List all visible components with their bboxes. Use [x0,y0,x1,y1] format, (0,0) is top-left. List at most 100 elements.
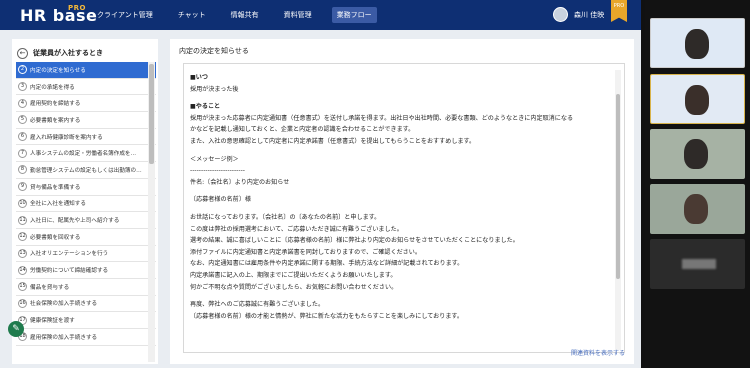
content-line: ■やること [190,103,221,111]
logo-pro: PRO [68,4,86,12]
nav-item[interactable]: 資料管理 [279,7,317,23]
step-label: 雇用契約を締結する [30,101,81,108]
content-line: 採用が決まった後 [190,85,239,93]
nav-item[interactable]: クライアント管理 [92,7,158,23]
sidebar-step-item[interactable]: 10 全社に入社を通知する [16,196,156,213]
video-tile-5[interactable] [650,239,745,289]
step-number: 8 [18,165,27,175]
sidebar-step-item[interactable]: 7 人事システムの設定・労働者名簿作成を… [16,145,156,163]
video-tile-2[interactable] [650,74,745,124]
step-label: 入社日に、配属先や上司へ紹介する [30,218,120,225]
participant-face [685,29,709,59]
sidebar-step-item[interactable]: 15 備品を貸与する [16,279,156,296]
content-scroll-thumb[interactable] [616,94,620,279]
nav-item[interactable]: 業務フロー [331,7,377,23]
step-label: 雇用保険の加入手続きする [30,334,98,341]
pencil-icon[interactable]: ✎ [8,321,24,337]
step-number: 9 [18,182,27,192]
content-line: 〔応募者様の名前〕様の才能と情熱が、弊社に新たな活力をもたらすことを楽しみにして… [190,312,463,320]
content-line: ＜メッセージ例＞ [190,155,239,163]
workflow-sidebar: ← 従業員が入社するとき 2 内定の決定を知らせる 3 内定の承諾を得る 4 雇用契約を締… [12,39,158,364]
content-line: この度は弊社の採用選考において、ご応募いただき誠に有難うございました。 [190,225,403,233]
step-label: 入社オリエンテーションを行う [30,251,109,258]
video-tile-1[interactable] [650,18,745,68]
blurred-name [682,259,716,269]
content-line: また、入社の意思確認として内定者に内定承諾書（任意書式）を提出してもらうことをお… [190,137,476,145]
content-line: 添付ファイルに内定通知書と内定承諾書を同封しておりますので、ご確認ください。 [190,248,421,256]
content-line: 内定承諾書に記入の上、期限までにご提出いただくようお願いいたします。 [190,271,397,279]
step-label: 備品を貸与する [30,284,70,291]
back-arrow-icon[interactable]: ← [17,47,28,59]
participant-face [685,85,709,115]
sidebar-step-item[interactable]: 3 内定の承諾を得る [16,79,156,96]
step-label: 人事システムの設定・労働者名簿作成を… [30,151,137,158]
content-line: ■いつ [190,74,208,81]
step-list: 2 内定の決定を知らせる 3 内定の承諾を得る 4 雇用契約を締結する 5 必要書類を案内する… [16,62,156,346]
step-number: 11 [18,215,27,225]
step-number: 3 [18,82,27,92]
sidebar-step-item[interactable]: 14 労働契約について締結確認する [16,262,156,279]
sidebar-step-item[interactable]: 2 内定の決定を知らせる [16,62,156,79]
step-label: 労働契約について締結確認する [30,268,109,275]
sidebar-step-item[interactable]: 5 必要書類を案内する [16,112,156,129]
step-number: 10 [18,198,27,208]
participant-face [684,139,708,169]
step-number: 15 [18,282,27,292]
step-label: 勤怠管理システムの設定もしくは出勤簿の… [30,167,142,174]
step-number: 16 [18,298,27,308]
video-tile-4[interactable] [650,184,745,234]
main-nav: クライアント管理 チャット 情報共有 資料管理 業務フロー [92,0,392,30]
page-title: 内定の決定を知らせる [179,47,249,55]
app-window: HR base PRO クライアント管理 チャット 情報共有 資料管理 業務フロー 森川 … [0,0,641,368]
logo[interactable]: HR base PRO [20,4,97,25]
main-panel: 内定の決定を知らせる ■いつ採用が決まった後 ■やること採用が決まった応募者に内定… [170,39,634,364]
step-number: 6 [18,132,27,142]
content-line: ------------------------- [190,167,245,175]
user-name: 森川 佳映 [574,10,605,19]
sidebar-step-item[interactable]: 4 雇用契約を締結する [16,95,156,113]
content-line: 再度、弊社へのご応募誠に有難うございました。 [190,301,325,309]
step-number: 4 [18,98,27,108]
step-number: 13 [18,248,27,258]
step-label: 健康保険証を渡す [30,318,75,325]
avatar[interactable] [553,7,568,22]
content-line: 採用が決まった応募者に内定通知書（任意書式）を送付し承諾を得ます。出社日や出社時… [190,114,574,122]
step-number: 2 [18,65,27,75]
sidebar-header: ← 従業員が入社するとき [12,39,158,61]
nav-item[interactable]: チャット [173,7,211,23]
content-text: ■いつ採用が決まった後 ■やること採用が決まった応募者に内定通知書（任意書式）を送… [190,72,610,322]
content-line: 件名:〔会社名〕より内定のお知らせ [190,178,290,186]
content-area: ■いつ採用が決まった後 ■やること採用が決まった応募者に内定通知書（任意書式）を送… [183,63,625,353]
sidebar-step-item[interactable]: 17 健康保険証を渡す [16,312,156,329]
step-label: 雇入れ時健康診断を案内する [30,134,103,141]
step-label: 必要書類を案内する [30,117,81,124]
video-tile-3[interactable] [650,129,745,179]
step-number: 12 [18,232,27,242]
content-line: お世話になっております。〔会社名〕の〔あなたの名前〕と申します。 [190,213,381,221]
step-label: 社会保険の加入手続きする [30,301,98,308]
step-label: 必要書類を回収する [30,234,81,241]
content-line: なお、内定通知書には雇用条件や内定承諾に関する期限、手続方法など詳細が記載されて… [190,260,464,268]
sidebar-step-item[interactable]: 8 勤怠管理システムの設定もしくは出勤簿の… [16,162,156,179]
step-label: 内定の承諾を得る [30,84,75,91]
step-number: 7 [18,148,27,158]
nav-item[interactable]: 情報共有 [226,7,264,23]
user-menu[interactable]: 森川 佳映 [553,7,604,22]
pro-badge: PRO [611,0,627,22]
related-docs-link[interactable]: 関連資料を表示する [571,348,625,357]
sidebar-step-item[interactable]: 9 貸与備品を準備する [16,179,156,196]
content-line: かなどを記載し通知しておくと、企業と内定者の認識を合わせることができます。 [190,126,415,134]
sidebar-step-item[interactable]: 6 雇入れ時健康診断を案内する [16,129,156,146]
sidebar-step-item[interactable]: 13 入社オリエンテーションを行う [16,246,156,263]
sidebar-step-item[interactable]: 12 必要書類を回収する [16,229,156,246]
sidebar-step-item[interactable]: 16 社会保険の加入手続きする [16,296,156,313]
sidebar-step-item[interactable]: 18 雇用保険の加入手続きする [16,329,156,346]
sidebar-step-item[interactable]: 11 入社日に、配属先や上司へ紹介する [16,212,156,229]
participant-face [684,194,708,224]
content-line: 〔応募者様の名前〕様 [190,196,251,204]
sidebar-title: 従業員が入社するとき [33,49,103,57]
step-number: 14 [18,265,27,275]
sidebar-scroll-thumb[interactable] [149,64,154,164]
video-call-panel [645,0,750,368]
content-line: 何かご不明な点や質問がございましたら、お気軽にお問い合わせください。 [190,283,398,291]
